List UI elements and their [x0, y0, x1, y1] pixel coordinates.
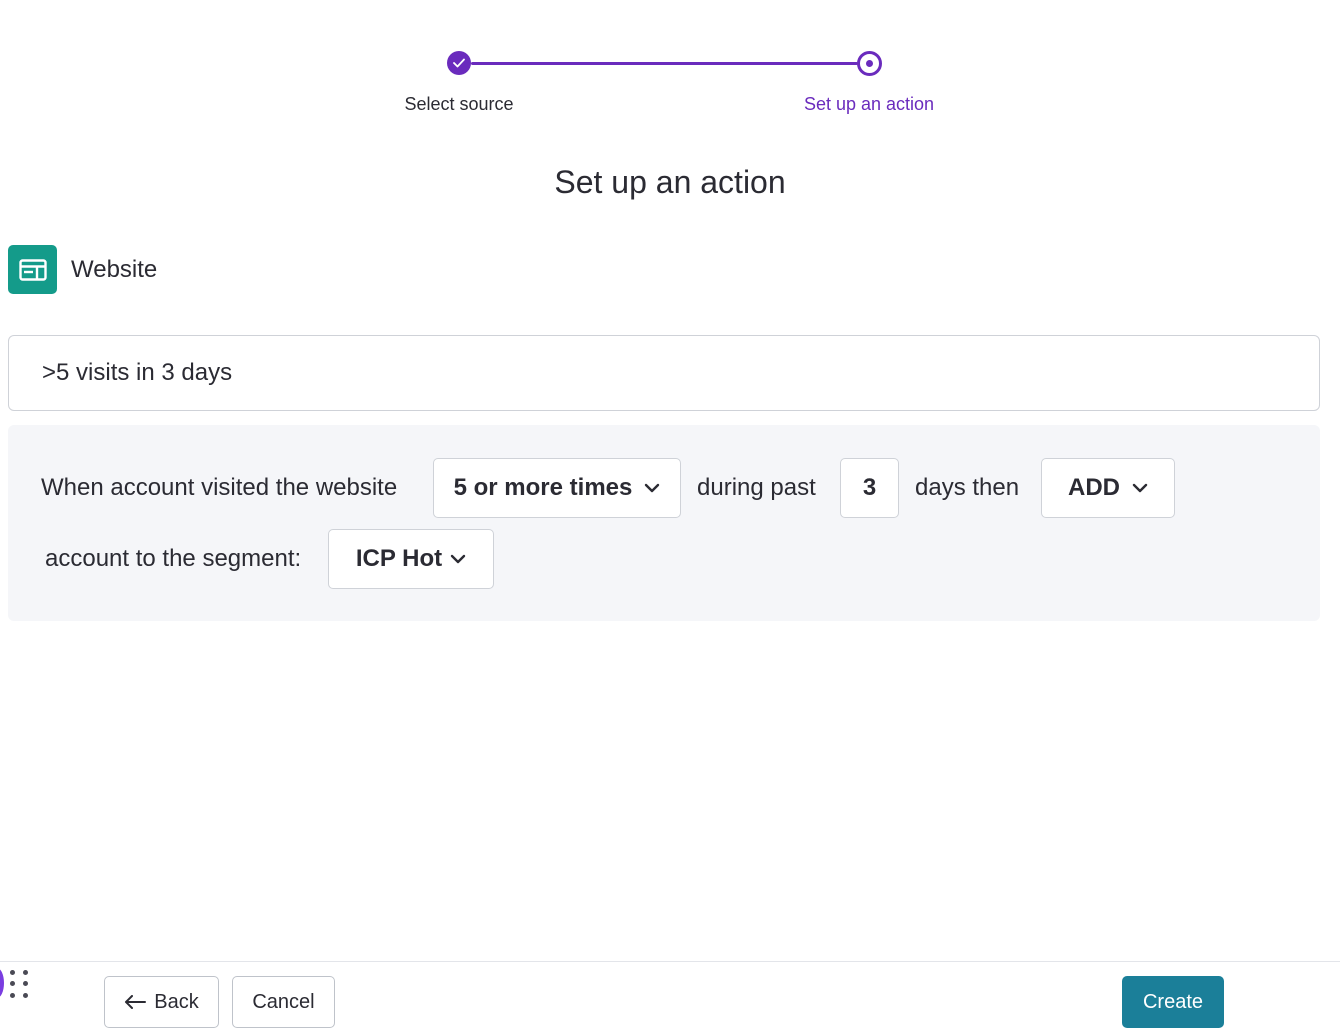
- segment-select-value: ICP Hot: [355, 545, 443, 572]
- create-button[interactable]: Create: [1122, 976, 1224, 1028]
- rule-mid-text: during past: [697, 474, 816, 501]
- footer-bar: Back Cancel Create: [0, 961, 1340, 1036]
- segment-select[interactable]: ICP Hot: [328, 529, 494, 589]
- source-header: Website: [8, 245, 157, 294]
- setup-action-page: Select source Set up an action Set up an…: [0, 0, 1340, 1036]
- source-name: Website: [71, 255, 158, 283]
- rule-prefix-text: When account visited the website: [41, 474, 398, 501]
- arrow-left-icon: [124, 995, 147, 1009]
- progress-stepper: Select source Set up an action: [0, 50, 1340, 130]
- days-input[interactable]: [840, 458, 899, 518]
- chevron-down-icon: [1132, 483, 1148, 493]
- cancel-button-label: Cancel: [252, 990, 315, 1013]
- frequency-select[interactable]: 5 or more times: [433, 458, 681, 518]
- back-button[interactable]: Back: [104, 976, 219, 1028]
- frequency-select-value: 5 or more times: [453, 474, 633, 501]
- side-widget-tab[interactable]: [0, 968, 4, 998]
- rule-builder-panel: When account visited the website 5 or mo…: [8, 425, 1320, 621]
- chevron-down-icon: [644, 483, 660, 493]
- stepper-connector-line: [471, 62, 858, 65]
- browser-window-icon: [8, 245, 57, 294]
- create-button-label: Create: [1142, 990, 1204, 1013]
- cancel-button[interactable]: Cancel: [232, 976, 335, 1028]
- step-label-select-source[interactable]: Select source: [404, 94, 513, 115]
- action-name-input[interactable]: [8, 335, 1320, 411]
- page-title: Set up an action: [554, 164, 786, 200]
- drag-handle-icon[interactable]: [10, 970, 28, 998]
- operation-select[interactable]: ADD: [1041, 458, 1175, 518]
- step-label-set-up-action: Set up an action: [803, 94, 935, 114]
- step-complete-check-icon[interactable]: [447, 51, 471, 75]
- operation-select-value: ADD: [1068, 474, 1120, 501]
- chevron-down-icon: [450, 554, 466, 564]
- step-current-indicator-icon: [857, 51, 882, 76]
- rule-then-text: days then: [915, 474, 1020, 501]
- back-button-label: Back: [154, 990, 199, 1013]
- rule-segment-text: account to the segment:: [45, 545, 302, 572]
